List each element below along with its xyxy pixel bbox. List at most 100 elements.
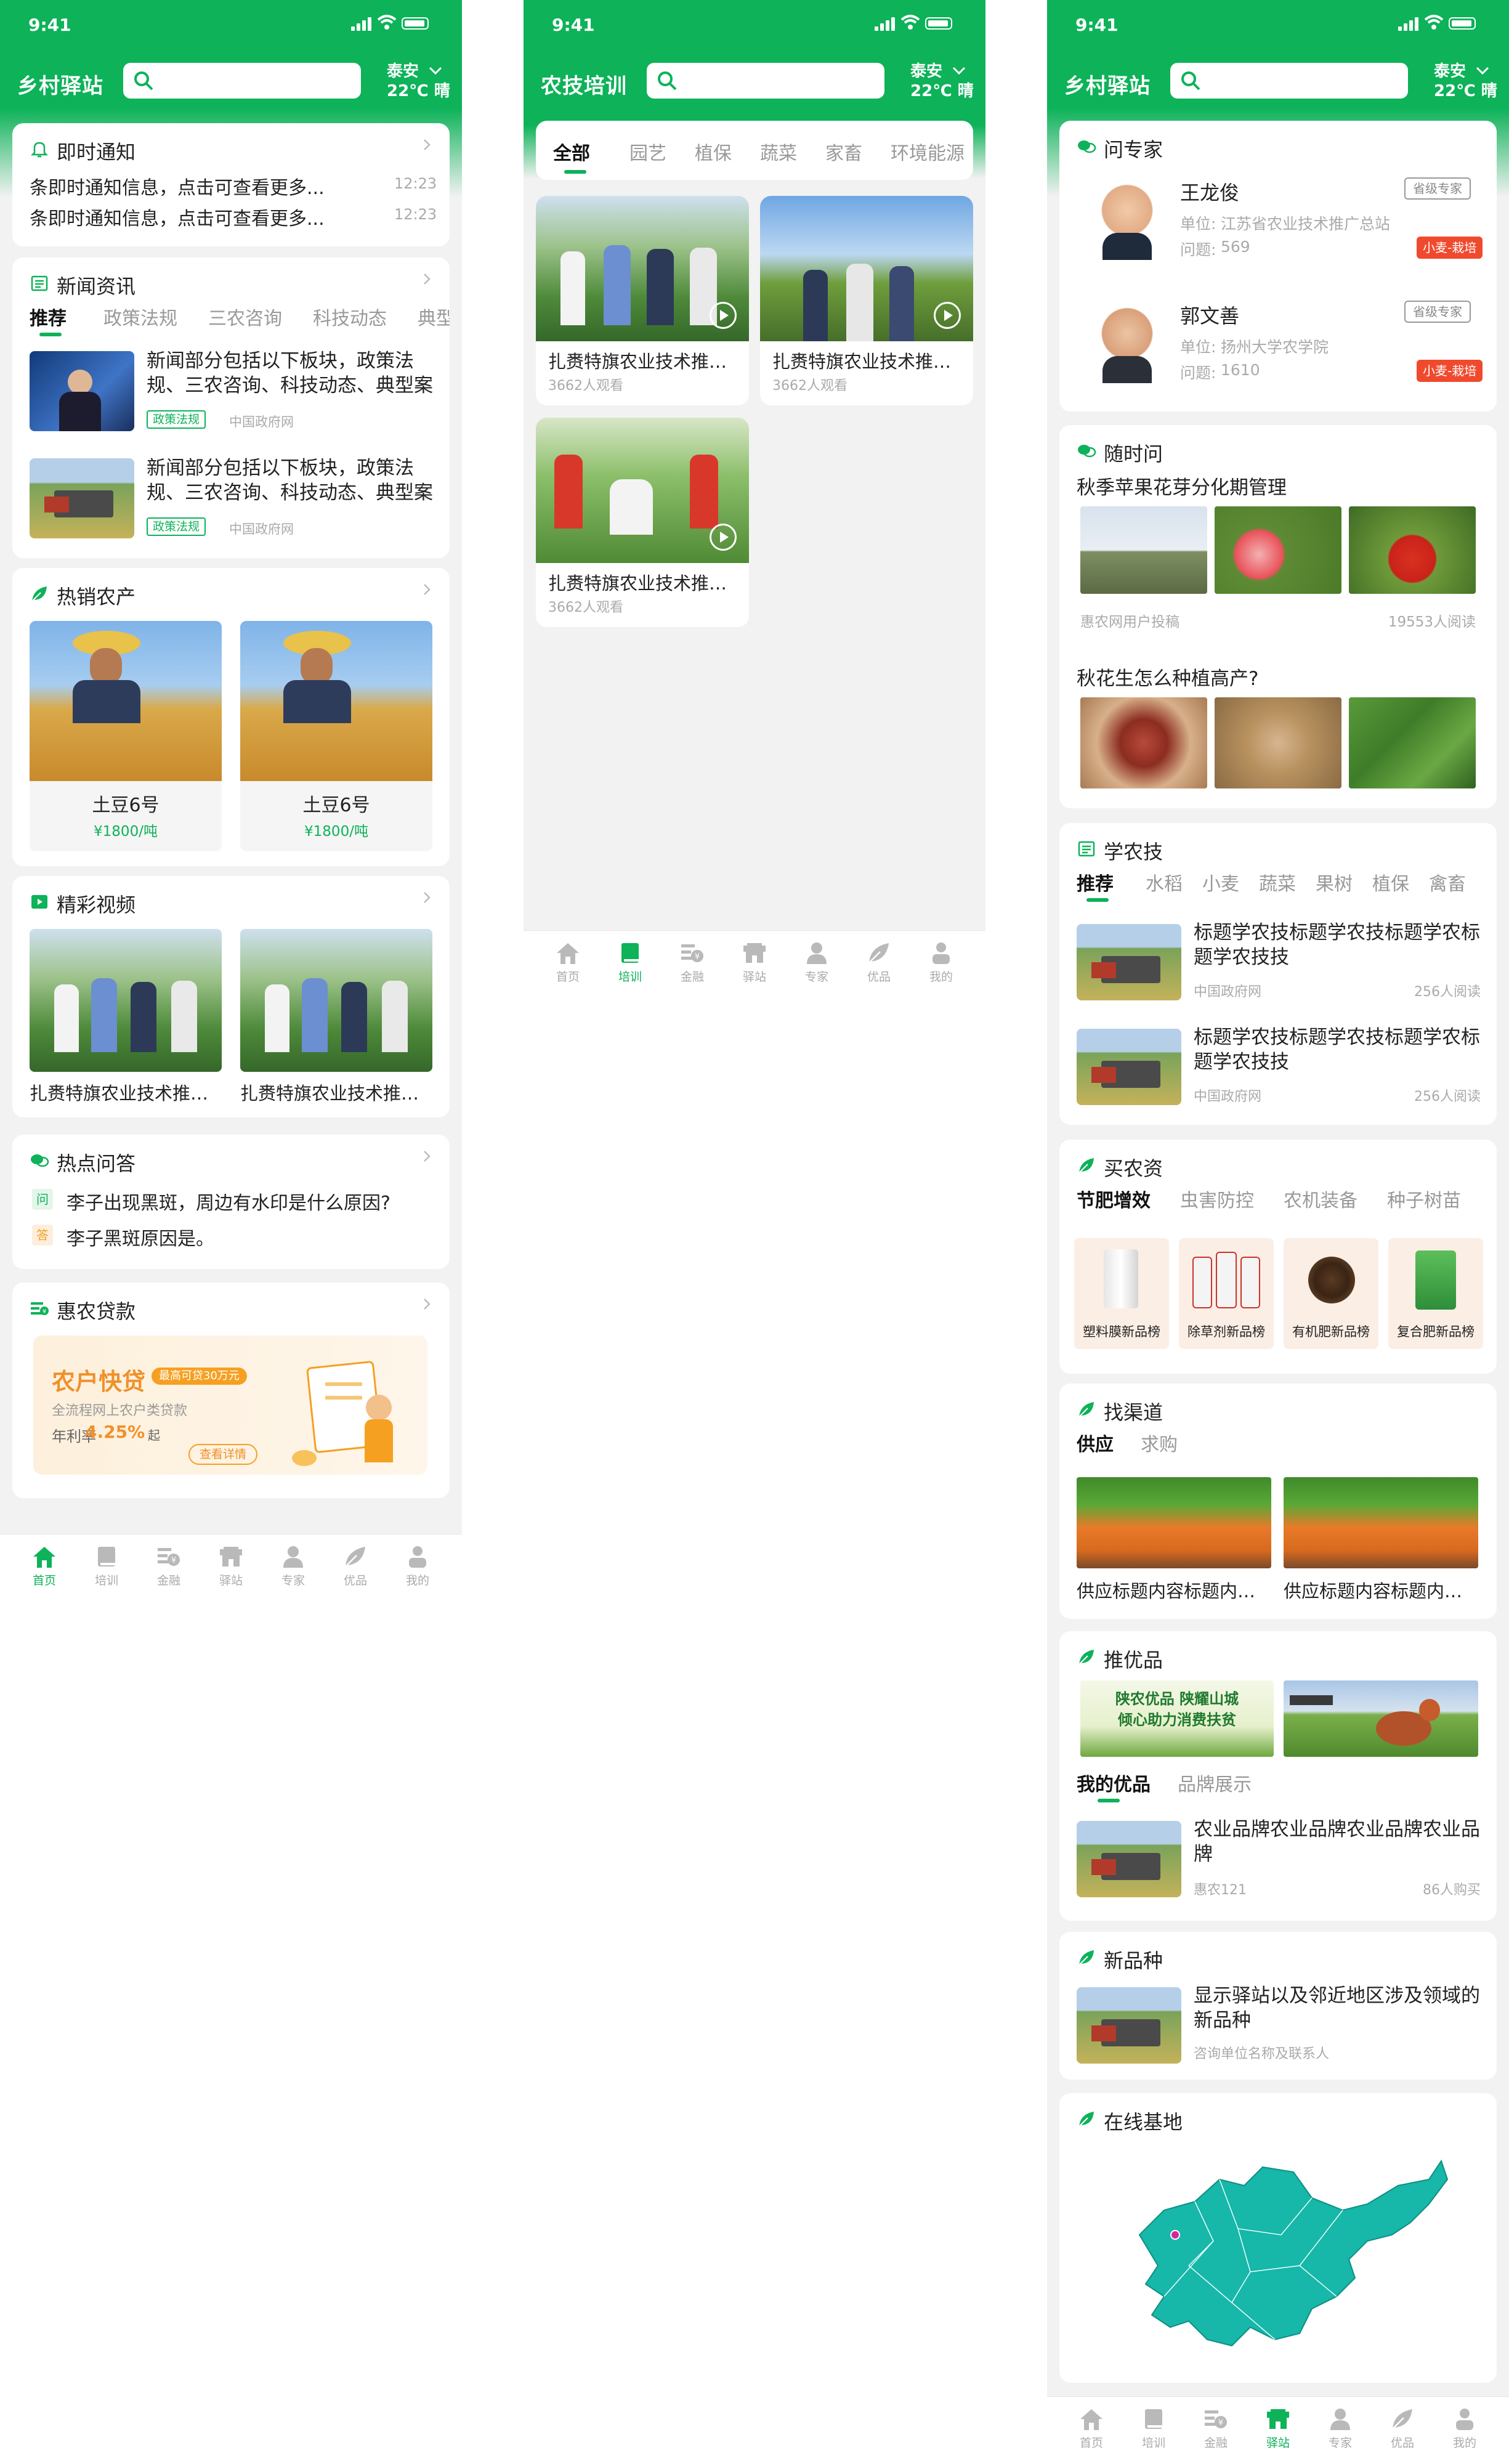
tab-poultry[interactable]: 禽畜 (1429, 869, 1466, 896)
nav-station[interactable]: 驿站 (1247, 2403, 1309, 2458)
training-video-card[interactable]: 扎赉特旗农业技术推广中心 3662人观看 (536, 418, 749, 627)
tab-purchase[interactable]: 求购 (1141, 1429, 1178, 1456)
nav-me[interactable]: 我的 (1434, 2403, 1495, 2458)
tab-environment[interactable]: 环境能源 (891, 138, 965, 165)
expert-unit: 扬州大学农学院 (1221, 338, 1329, 356)
nav-expert[interactable]: 专家 (786, 937, 848, 986)
app-title: 乡村驿站 (17, 74, 103, 99)
tab-fruit-trees[interactable]: 果树 (1316, 869, 1353, 896)
tab-advisory[interactable]: 三农咨询 (208, 303, 282, 330)
notice-item[interactable]: 条即时通知信息，点击可查看更多... (30, 172, 374, 200)
variety-headline: 显示驿站以及邻近地区涉及领域的新品种 (1194, 1985, 1480, 2032)
nav-station[interactable]: 驿站 (200, 1541, 262, 1596)
tab-vegetables[interactable]: 蔬菜 (760, 138, 797, 165)
search-input[interactable] (123, 63, 361, 99)
tab-horticulture[interactable]: 园艺 (629, 138, 666, 165)
tab-pest-control[interactable]: 虫害防控 (1180, 1185, 1254, 1212)
training-video-card[interactable]: 扎赉特旗农业技术推广中心 3662人观看 (760, 196, 973, 405)
nav-expert[interactable]: 专家 (262, 1541, 324, 1596)
news-tag: 政策法规 (147, 517, 206, 536)
search-icon (134, 71, 153, 91)
tab-recommend[interactable]: 推荐 (1077, 869, 1114, 896)
supply-tile[interactable]: 除草剂新品榜 (1179, 1238, 1274, 1349)
nav-training[interactable]: 培训 (76, 1541, 137, 1596)
tab-my-picks[interactable]: 我的优品 (1077, 1769, 1151, 1796)
nav-home[interactable]: 首页 (537, 937, 599, 986)
nav-finance[interactable]: ¥ 金融 (661, 937, 723, 986)
search-input[interactable] (1170, 63, 1408, 99)
tab-all[interactable]: 全部 (553, 138, 590, 165)
chevron-right-icon[interactable] (420, 891, 434, 904)
tab-wheat[interactable]: 小麦 (1202, 869, 1239, 896)
nav-picks[interactable]: 优品 (848, 937, 910, 986)
loan-banner[interactable]: 农户快贷 最高可贷30万元 全流程网上农户类贷款 年利率 4.25% 起 查看详… (33, 1335, 427, 1475)
chicken-image[interactable] (1284, 1680, 1478, 1757)
nav-picks[interactable]: 优品 (325, 1541, 386, 1596)
tab-plant-protection[interactable]: 植保 (695, 138, 732, 165)
product-price: ¥1800/吨 (304, 824, 368, 840)
loan-detail-button[interactable]: 查看详情 (188, 1444, 257, 1465)
svg-text:¥: ¥ (171, 1556, 176, 1565)
nav-finance[interactable]: ¥ 金融 (1185, 2403, 1247, 2458)
post-image (1349, 697, 1476, 788)
nav-label: 专家 (804, 970, 828, 984)
app-title: 乡村驿站 (1064, 74, 1151, 99)
chevron-right-icon[interactable] (420, 1149, 434, 1163)
product-tile[interactable]: 土豆6号 ¥1800/吨 (30, 621, 222, 851)
chevron-right-icon[interactable] (420, 1297, 434, 1311)
chevron-right-icon[interactable] (420, 272, 434, 286)
tab-fertilizer[interactable]: 节肥增效 (1077, 1185, 1151, 1212)
nav-home[interactable]: 首页 (1061, 2403, 1122, 2458)
tab-rice[interactable]: 水稻 (1146, 869, 1183, 896)
picks-banner[interactable]: 陕农优品 陕耀山城 倾心助力消费扶贫 (1080, 1680, 1274, 1757)
tab-machinery[interactable]: 农机装备 (1284, 1185, 1357, 1212)
tab-seeds[interactable]: 种子树苗 (1387, 1185, 1461, 1212)
status-time: 9:41 (552, 15, 595, 35)
nav-finance[interactable]: ¥ 金融 (138, 1541, 200, 1596)
finance-icon: ¥ (681, 944, 703, 962)
nav-training[interactable]: 培训 (599, 937, 661, 986)
post-image (1215, 697, 1341, 788)
video-views: 3662人观看 (548, 378, 623, 394)
nav-me[interactable]: 我的 (387, 1541, 448, 1596)
tab-brand[interactable]: 品牌展示 (1178, 1769, 1252, 1796)
nav-home[interactable]: 首页 (14, 1541, 75, 1596)
tab-supply[interactable]: 供应 (1077, 1429, 1114, 1456)
search-input[interactable] (647, 63, 884, 99)
nav-station[interactable]: 驿站 (724, 937, 785, 986)
tab-livestock[interactable]: 家畜 (825, 138, 862, 165)
nav-me[interactable]: 我的 (910, 937, 972, 986)
notice-item[interactable]: 条即时通知信息，点击可查看更多... (30, 203, 374, 230)
chevron-right-icon[interactable] (420, 138, 434, 152)
nav-training[interactable]: 培训 (1123, 2403, 1184, 2458)
channel-item-title: 供应标题内容标题内容标题 (1077, 1581, 1271, 1602)
qa-question[interactable]: 李子出现黑斑，周边有水印是什么原因? (67, 1188, 436, 1215)
supply-tile[interactable]: 复合肥新品榜 (1388, 1238, 1483, 1349)
product-tile[interactable]: 土豆6号 ¥1800/吨 (240, 621, 432, 851)
nav-picks[interactable]: 优品 (1372, 2403, 1433, 2458)
play-icon[interactable] (934, 302, 961, 329)
tab-vegetables[interactable]: 蔬菜 (1259, 869, 1296, 896)
chevron-down-icon[interactable] (951, 63, 967, 79)
chevron-down-icon[interactable] (1475, 63, 1491, 79)
training-video-card[interactable]: 扎赉特旗农业技术推广中心 3662人观看 (536, 196, 749, 405)
supply-tile[interactable]: 有机肥新品榜 (1284, 1238, 1378, 1349)
battery-icon (402, 17, 429, 30)
leaf-icon (1077, 2109, 1096, 2129)
tab-recommend[interactable]: 推荐 (30, 303, 67, 330)
new-variety-card: 新品种 显示驿站以及邻近地区涉及领域的新品种 咨询单位名称及联系人 (1059, 1932, 1497, 2080)
nav-label: 我的 (929, 970, 953, 984)
tab-tech[interactable]: 科技动态 (313, 303, 387, 330)
tab-plant-protection[interactable]: 植保 (1372, 869, 1409, 896)
chevron-down-icon[interactable] (427, 63, 443, 79)
supply-tile[interactable]: 塑料膜新品榜 (1074, 1238, 1169, 1349)
plastic-film-image (1104, 1249, 1138, 1308)
province-map[interactable] (1096, 2142, 1466, 2364)
nav-expert[interactable]: 专家 (1309, 2403, 1371, 2458)
supplies-card: 买农资 节肥增效 虫害防控 农机装备 种子树苗 塑料膜新品榜 除草剂新品榜 有机… (1059, 1140, 1497, 1374)
tab-cases[interactable]: 典型 (418, 303, 450, 330)
play-icon[interactable] (710, 302, 737, 329)
tab-policy[interactable]: 政策法规 (103, 303, 177, 330)
chevron-right-icon[interactable] (420, 583, 434, 596)
play-icon[interactable] (710, 524, 737, 551)
